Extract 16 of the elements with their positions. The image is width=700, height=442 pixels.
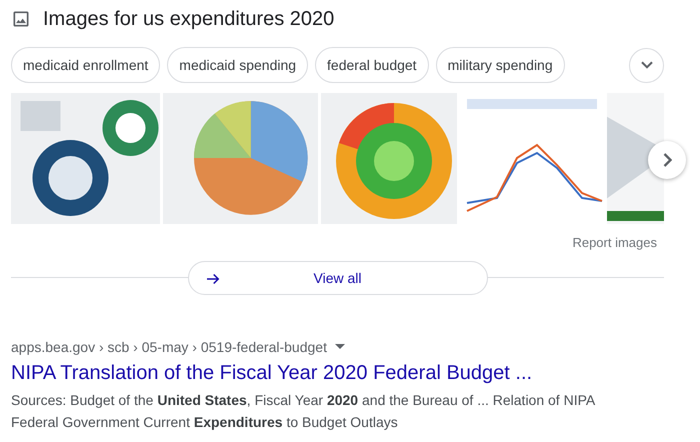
search-chip[interactable]: federal budget (315, 47, 429, 83)
report-images-link[interactable]: Report images (11, 234, 657, 252)
view-all-button[interactable]: View all (188, 261, 488, 295)
search-chip[interactable]: medicaid spending (167, 47, 308, 83)
search-chip[interactable]: medicaid enrollment (11, 47, 160, 83)
search-chip[interactable]: military spending (436, 47, 565, 83)
section-title: Images for us expenditures 2020 (43, 8, 334, 30)
result-url: apps.bea.gov › scb › 05-may › 0519-federal-budget (11, 338, 327, 357)
next-button[interactable] (648, 141, 686, 179)
image-icon (11, 9, 31, 29)
expand-button[interactable] (629, 48, 664, 82)
result-title-link[interactable]: NIPA Translation of the Fiscal Year 2020 Federal Budget ... (11, 360, 700, 386)
chevron-down-icon (640, 61, 652, 69)
result-snippet: Sources: Budget of the United States, Fiscal Year 2020 and the Bureau of ... Relation of NIPA Federal Government Current Expenditures to Budget Outlays (11, 391, 596, 432)
chevron-right-icon (662, 153, 672, 167)
dropdown-icon[interactable] (334, 344, 345, 350)
